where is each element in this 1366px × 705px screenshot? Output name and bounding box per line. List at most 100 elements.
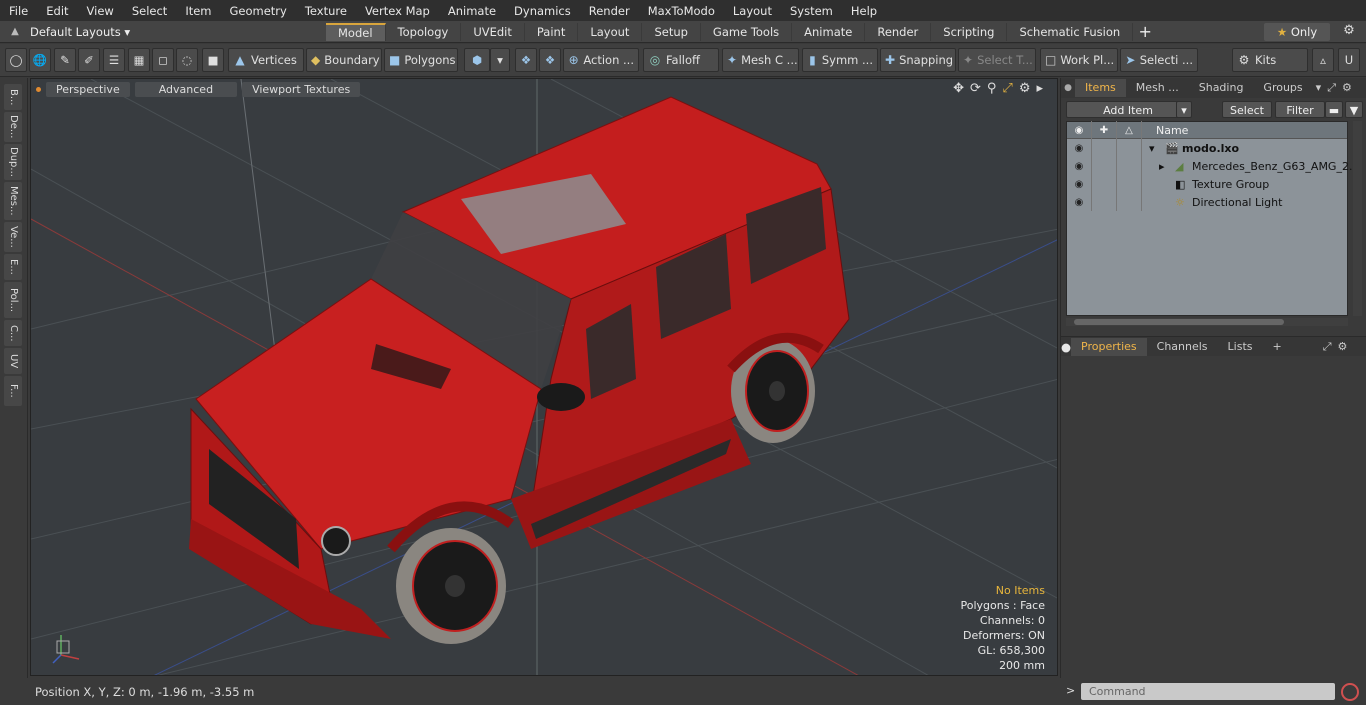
command-input[interactable]: Command bbox=[1081, 683, 1335, 700]
square-button[interactable]: ◻ bbox=[152, 48, 174, 72]
add-item-button[interactable]: Add Item bbox=[1066, 101, 1190, 118]
eye-icon[interactable]: ◉ bbox=[1067, 175, 1092, 193]
menu-geometry[interactable]: Geometry bbox=[221, 4, 296, 18]
zoom-view-icon[interactable]: ⚲ bbox=[987, 81, 997, 96]
menu-animate[interactable]: Animate bbox=[439, 4, 505, 18]
record-macro-icon[interactable] bbox=[1341, 683, 1359, 701]
view-mode-button[interactable]: Perspective bbox=[46, 81, 130, 97]
layers-button[interactable]: ☰ bbox=[103, 48, 125, 72]
eye-icon[interactable]: ◉ bbox=[1067, 157, 1092, 175]
menu-maxtomodo[interactable]: MaxToModo bbox=[639, 4, 724, 18]
tabs-dropdown-icon[interactable]: ▾ bbox=[1313, 79, 1325, 97]
viewport-menu-arrow-icon[interactable]: ▸ bbox=[1036, 81, 1043, 96]
panel-grip-icon[interactable]: ● bbox=[1061, 83, 1075, 93]
rotate-view-icon[interactable]: ⟳ bbox=[970, 81, 981, 96]
tab-setup[interactable]: Setup bbox=[642, 22, 701, 41]
unity-button[interactable]: ▵ bbox=[1312, 48, 1334, 72]
menu-system[interactable]: System bbox=[781, 4, 842, 18]
tab-layout[interactable]: Layout bbox=[578, 22, 643, 41]
menu-vertex-map[interactable]: Vertex Map bbox=[356, 4, 439, 18]
funnel-icon[interactable]: ▼ bbox=[1345, 101, 1363, 118]
strip-tab-basic[interactable]: B... bbox=[4, 84, 22, 110]
collapse-arrow-icon[interactable]: ▲ bbox=[0, 26, 30, 37]
menu-dynamics[interactable]: Dynamics bbox=[505, 4, 580, 18]
3d-viewport[interactable]: Perspective Advanced Viewport Textures ✥… bbox=[30, 78, 1058, 676]
collapse-list-icon[interactable]: ▬ bbox=[1325, 101, 1343, 118]
material-dropdown[interactable]: ▾ bbox=[490, 48, 510, 72]
list-item[interactable]: ◉ ☼ Directional Light bbox=[1067, 193, 1347, 211]
strip-tab-duplicate[interactable]: Dup... bbox=[4, 144, 22, 180]
panel-gear-icon[interactable]: ⚙ bbox=[1339, 79, 1355, 97]
viewport-settings-icon[interactable]: ⚙ bbox=[1019, 81, 1031, 96]
unreal-button[interactable]: U bbox=[1338, 48, 1360, 72]
strip-tab-mesh-edit[interactable]: Mes... bbox=[4, 182, 22, 220]
lock-column-icon[interactable]: ✚ bbox=[1092, 121, 1117, 139]
add-panel-tab-icon[interactable]: + bbox=[1263, 338, 1292, 356]
name-column-header[interactable]: Name bbox=[1142, 124, 1188, 137]
tab-render[interactable]: Render bbox=[865, 22, 932, 41]
menu-edit[interactable]: Edit bbox=[37, 4, 77, 18]
scroll-thumb[interactable] bbox=[1074, 319, 1284, 325]
strip-tab-polygon[interactable]: Pol... bbox=[4, 282, 22, 318]
globe-button[interactable]: 🌐 bbox=[29, 48, 51, 72]
visibility-column-icon[interactable]: ◉ bbox=[1067, 121, 1092, 139]
tab-shading[interactable]: Shading bbox=[1189, 79, 1254, 97]
strip-tab-edge[interactable]: E... bbox=[4, 254, 22, 280]
tab-properties[interactable]: Properties bbox=[1071, 337, 1147, 356]
action-center-button[interactable]: ⊕ Action ... bbox=[563, 48, 639, 72]
grid-button[interactable]: ▦ bbox=[128, 48, 150, 72]
maximize-view-icon[interactable]: ⤢ bbox=[1002, 81, 1012, 96]
shading-mode-button[interactable]: Advanced bbox=[134, 81, 238, 97]
expand-panel-icon[interactable]: ⤢ bbox=[1320, 338, 1335, 356]
layouts-dropdown[interactable]: Default Layouts ▾ bbox=[30, 25, 326, 39]
tab-animate[interactable]: Animate bbox=[792, 22, 866, 41]
polygons-button[interactable]: ■ Polygons bbox=[384, 48, 458, 72]
material-button[interactable]: ⬢ bbox=[464, 48, 490, 72]
viewport-textures-button[interactable]: Viewport Textures bbox=[242, 81, 361, 97]
menu-texture[interactable]: Texture bbox=[296, 4, 356, 18]
strip-tab-vertex[interactable]: Ve... bbox=[4, 222, 22, 252]
expand-arrow-icon[interactable]: ▸ bbox=[1159, 160, 1165, 173]
list-item[interactable]: ◉ ◧ Texture Group bbox=[1067, 175, 1347, 193]
eye-icon[interactable]: ◉ bbox=[1067, 139, 1092, 157]
strip-tab-uv[interactable]: UV bbox=[4, 348, 22, 374]
item-list-vscrollbar[interactable] bbox=[1353, 121, 1362, 316]
select-through-button[interactable]: ✦ Select T... bbox=[958, 48, 1036, 72]
falloff-button[interactable]: ◎ Falloff bbox=[643, 48, 719, 72]
tab-topology[interactable]: Topology bbox=[386, 22, 462, 41]
tab-uvedit[interactable]: UVEdit bbox=[461, 22, 525, 41]
menu-help[interactable]: Help bbox=[842, 4, 886, 18]
tab-lists[interactable]: Lists bbox=[1218, 338, 1263, 356]
only-toggle[interactable]: ★ Only bbox=[1264, 23, 1330, 41]
list-item[interactable]: ◉ ▸ ◢ Mercedes_Benz_G63_AMG_2... bbox=[1067, 157, 1359, 175]
filter-button[interactable]: Filter bbox=[1275, 101, 1325, 118]
snap-b-button[interactable]: ❖ bbox=[539, 48, 561, 72]
panel-gear-icon[interactable]: ⚙ bbox=[1335, 338, 1351, 356]
work-plane-button[interactable]: □ Work Pl... bbox=[1040, 48, 1118, 72]
gear-icon[interactable]: ⚙ bbox=[1340, 23, 1358, 38]
list-item[interactable]: ◉ ▾ 🎬 modo.lxo bbox=[1067, 139, 1347, 157]
strip-tab-curve[interactable]: C... bbox=[4, 320, 22, 346]
eye-icon[interactable]: ◉ bbox=[1067, 193, 1092, 211]
tab-game-tools[interactable]: Game Tools bbox=[701, 22, 793, 41]
tab-scripting[interactable]: Scripting bbox=[931, 22, 1008, 41]
mesh-constraints-button[interactable]: ✦ Mesh C ... bbox=[722, 48, 799, 72]
select-button[interactable]: Select bbox=[1222, 101, 1272, 118]
snap-a-button[interactable]: ❖ bbox=[515, 48, 537, 72]
tab-paint[interactable]: Paint bbox=[525, 22, 579, 41]
item-list-hscrollbar[interactable] bbox=[1066, 318, 1348, 326]
tab-groups[interactable]: Groups bbox=[1253, 79, 1312, 97]
tab-model[interactable]: Model bbox=[326, 22, 386, 41]
brush-button[interactable]: ✐ bbox=[78, 48, 100, 72]
tab-schematic-fusion[interactable]: Schematic Fusion bbox=[1007, 22, 1134, 41]
expand-arrow-icon[interactable]: ▾ bbox=[1149, 142, 1155, 155]
menu-layout[interactable]: Layout bbox=[724, 4, 781, 18]
tab-items[interactable]: Items bbox=[1075, 79, 1126, 97]
strip-tab-fusion[interactable]: F... bbox=[4, 376, 22, 406]
panel-grip-icon[interactable]: ● bbox=[1061, 340, 1071, 354]
menu-render[interactable]: Render bbox=[580, 4, 639, 18]
selection-sets-button[interactable]: ➤ Selecti ... bbox=[1120, 48, 1198, 72]
add-tab-icon[interactable]: + bbox=[1133, 22, 1157, 41]
add-item-dropdown-icon[interactable]: ▾ bbox=[1176, 101, 1192, 118]
menu-file[interactable]: File bbox=[0, 4, 37, 18]
